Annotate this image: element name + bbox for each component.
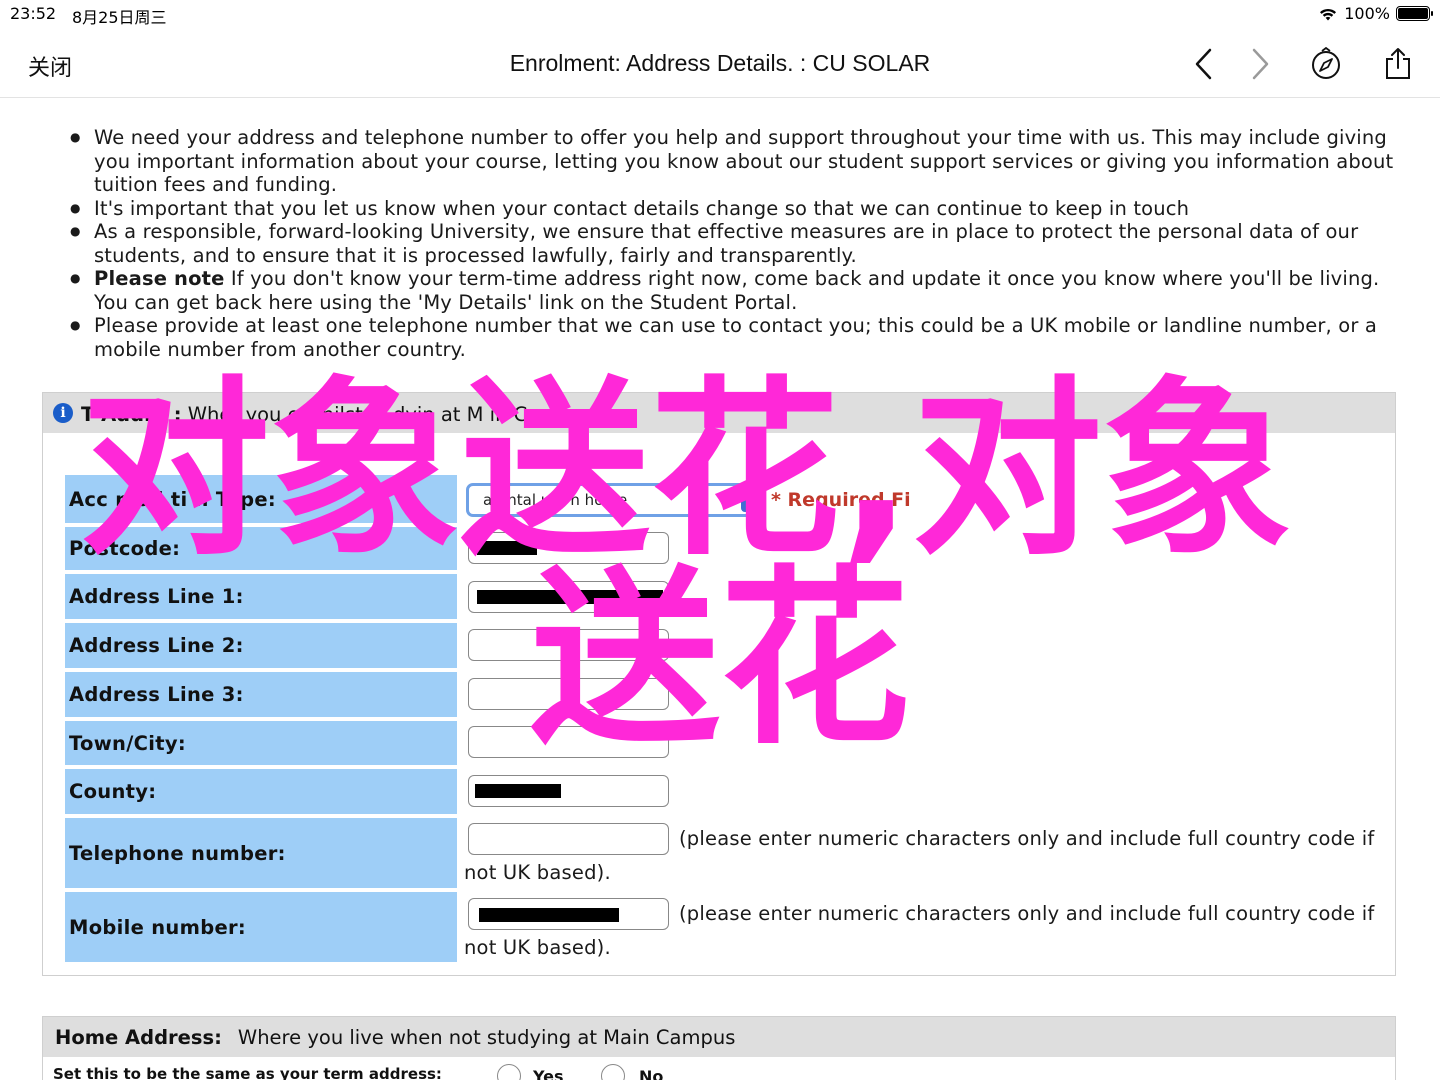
intro-bullet: As a responsible, forward-looking Univer… (70, 220, 1400, 267)
chevron-right-icon (1252, 48, 1269, 80)
select-arrow-icon (741, 488, 759, 512)
status-time: 23:52 (10, 4, 57, 23)
nav-bar: 关闭 Enrolment: Address Details. : CU SOLA… (0, 30, 1440, 98)
status-date: 8月25日周三 (72, 8, 167, 27)
county-input[interactable] (468, 775, 669, 807)
label-accommodation-type: Acc mod ti n Type: (65, 475, 457, 523)
home-heading-bold: Home Address: (55, 1026, 222, 1049)
home-heading-text: Where you live when not studying at Main… (237, 1026, 736, 1049)
battery-percent: 100% (1344, 4, 1390, 23)
info-icon: i (53, 403, 73, 423)
chevron-left-icon (1195, 48, 1212, 80)
back-button[interactable] (1183, 44, 1223, 84)
address-line-3-input[interactable] (468, 678, 669, 710)
label-address-line-1: Address Line 1: (65, 574, 457, 619)
telephone-hint-line2: not UK based). (464, 861, 611, 884)
accommodation-select-value: arental uar n home (483, 491, 628, 509)
address-line-2-input[interactable] (468, 629, 669, 661)
page-title: Enrolment: Address Details. : CU SOLAR (509, 50, 931, 76)
home-address-heading: Home Address: Where you live when not stu… (55, 1026, 735, 1049)
term-address-section: i T Addre : Wher you e whilst st dyin at… (42, 392, 1396, 976)
intro-bullet: It's important that you let us know when… (70, 197, 1400, 221)
status-right: 100% (1318, 4, 1433, 23)
intro-list: We need your address and telephone numbe… (70, 126, 1400, 361)
label-town-city: Town/City: (65, 721, 457, 765)
share-button[interactable] (1378, 44, 1418, 84)
intro-text: We need your address and telephone numbe… (70, 126, 1400, 361)
same-as-term-label: Set this to be the same as your term add… (53, 1065, 442, 1080)
wifi-icon (1320, 8, 1337, 20)
mobile-input[interactable] (468, 898, 669, 930)
mobile-hint-line2: not UK based). (464, 936, 611, 959)
home-address-header: Home Address: Where you live when not stu… (43, 1017, 1395, 1057)
postcode-input[interactable] (468, 532, 669, 564)
redacted-value (477, 590, 663, 604)
label-postcode: Postcode: (65, 527, 457, 570)
same-no-radio[interactable] (601, 1064, 625, 1080)
label-address-line-2: Address Line 2: (65, 623, 457, 668)
accommodation-type-select[interactable]: arental uar n home (466, 483, 764, 517)
label-county: County: (65, 769, 457, 814)
same-yes-radio[interactable] (497, 1064, 521, 1080)
label-telephone-number: Telephone number: (65, 818, 457, 888)
required-field-note: * Required Fi (771, 489, 911, 511)
note-bold: Please note (94, 267, 225, 290)
status-bar: 23:52 8月25日周三 100% (0, 0, 1440, 30)
note-text: If you don't know your term-time address… (94, 267, 1380, 314)
label-mobile-number: Mobile number: (65, 892, 457, 962)
intro-note: Please note If you don't know your term-… (70, 267, 1400, 314)
label-address-line-3: Address Line 3: (65, 672, 457, 717)
compass-button[interactable] (1306, 44, 1346, 84)
telephone-input[interactable] (468, 823, 669, 855)
mobile-hint-line1: (please enter numeric characters only an… (679, 902, 1375, 925)
home-address-section: Home Address: Where you live when not stu… (42, 1016, 1396, 1080)
redacted-value (475, 784, 561, 798)
redacted-value (477, 541, 537, 555)
battery-icon (1396, 6, 1433, 21)
term-heading-bold: T Addre : (81, 403, 182, 426)
town-city-input[interactable] (468, 726, 669, 758)
telephone-hint-line1: (please enter numeric characters only an… (679, 827, 1375, 850)
term-address-header: i T Addre : Wher you e whilst st dyin at… (43, 393, 1395, 433)
intro-bullet: Please provide at least one telephone nu… (70, 314, 1400, 361)
same-yes-label: Yes (533, 1067, 564, 1080)
address-line-1-input[interactable] (468, 581, 669, 613)
forward-button[interactable] (1241, 44, 1281, 84)
redacted-value (479, 908, 619, 922)
intro-bullet: We need your address and telephone numbe… (70, 126, 1400, 197)
term-heading-text: Wher you e whilst st dyin at M in Campu (181, 403, 583, 426)
term-address-heading: T Addre : Wher you e whilst st dyin at M… (81, 403, 583, 426)
compass-icon (1312, 47, 1340, 79)
same-no-label: No (639, 1067, 664, 1080)
share-icon (1386, 48, 1410, 79)
